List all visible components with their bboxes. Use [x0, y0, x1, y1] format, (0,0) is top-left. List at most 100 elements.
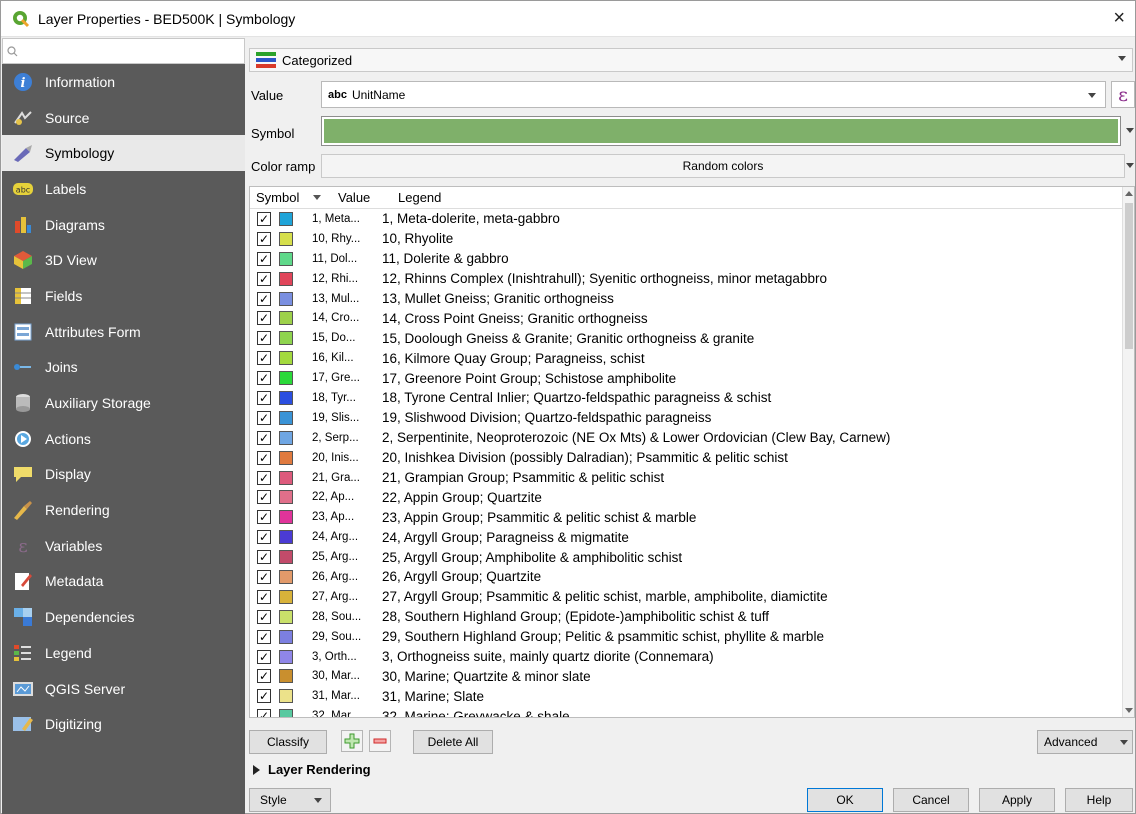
- category-legend[interactable]: 16, Kilmore Quay Group; Paragneiss, schi…: [382, 351, 645, 366]
- category-checkbox[interactable]: ✓: [257, 709, 271, 717]
- table-row[interactable]: ✓ 3, Orth... 3, Orthogneiss suite, mainly …: [250, 647, 1134, 667]
- table-row[interactable]: ✓ 32, Mar... 32, Marine; Greywacke & shale: [250, 706, 1134, 717]
- category-legend[interactable]: 27, Argyll Group; Psammitic & pelitic sc…: [382, 589, 828, 604]
- table-row[interactable]: ✓ 14, Cro... 14, Cross Point Gneiss; Grani…: [250, 308, 1134, 328]
- color-ramp-menu-button[interactable]: [1125, 154, 1135, 178]
- category-legend[interactable]: 32, Marine; Greywacke & shale: [382, 709, 570, 717]
- sidebar-item-diagrams[interactable]: Diagrams: [2, 207, 245, 243]
- sidebar-item-information[interactable]: i Information: [2, 64, 245, 100]
- sidebar-item-rendering[interactable]: Rendering: [2, 492, 245, 528]
- category-legend[interactable]: 18, Tyrone Central Inlier; Quartzo-felds…: [382, 390, 771, 405]
- category-legend[interactable]: 2, Serpentinite, Neoproterozoic (NE Ox M…: [382, 430, 890, 445]
- table-row[interactable]: ✓ 1, Meta... 1, Meta-dolerite, meta-gabbro: [250, 209, 1134, 229]
- table-row[interactable]: ✓ 18, Tyr... 18, Tyrone Central Inlier; Qu…: [250, 388, 1134, 408]
- value-field-combo[interactable]: abc UnitName: [321, 81, 1106, 108]
- category-legend[interactable]: 29, Southern Highland Group; Pelitic & p…: [382, 629, 824, 644]
- symbol-menu-button[interactable]: [1125, 116, 1135, 146]
- table-row[interactable]: ✓ 19, Slis... 19, Slishwood Division; Quar…: [250, 408, 1134, 428]
- category-symbol-swatch[interactable]: [279, 211, 293, 226]
- category-symbol-swatch[interactable]: [279, 709, 293, 717]
- table-row[interactable]: ✓ 31, Mar... 31, Marine; Slate: [250, 686, 1134, 706]
- category-checkbox[interactable]: ✓: [257, 589, 271, 604]
- table-row[interactable]: ✓ 16, Kil... 16, Kilmore Quay Group; Parag…: [250, 348, 1134, 368]
- table-row[interactable]: ✓ 2, Serp... 2, Serpentinite, Neoproterozo…: [250, 428, 1134, 448]
- table-row[interactable]: ✓ 21, Gra... 21, Grampian Group; Psammitic…: [250, 468, 1134, 488]
- table-row[interactable]: ✓ 10, Rhy... 10, Rhyolite: [250, 229, 1134, 249]
- category-checkbox[interactable]: ✓: [257, 669, 271, 684]
- category-symbol-swatch[interactable]: [279, 669, 293, 684]
- sidebar-item-digitizing[interactable]: Digitizing: [2, 706, 245, 742]
- category-legend[interactable]: 26, Argyll Group; Quartzite: [382, 569, 541, 584]
- delete-all-button[interactable]: Delete All: [413, 730, 493, 754]
- category-symbol-swatch[interactable]: [279, 510, 293, 525]
- table-row[interactable]: ✓ 27, Arg... 27, Argyll Group; Psammitic &…: [250, 587, 1134, 607]
- color-ramp-button[interactable]: Random colors: [321, 154, 1125, 178]
- category-legend[interactable]: 15, Doolough Gneiss & Granite; Granitic …: [382, 331, 754, 346]
- category-legend[interactable]: 28, Southern Highland Group; (Epidote-)a…: [382, 609, 769, 624]
- category-legend[interactable]: 11, Dolerite & gabbro: [382, 251, 509, 266]
- category-checkbox[interactable]: ✓: [257, 510, 271, 525]
- category-legend[interactable]: 19, Slishwood Division; Quartzo-feldspat…: [382, 410, 711, 425]
- ok-button[interactable]: OK: [807, 788, 883, 812]
- category-symbol-swatch[interactable]: [279, 629, 293, 644]
- category-symbol-swatch[interactable]: [279, 470, 293, 485]
- sidebar-item-actions[interactable]: Actions: [2, 421, 245, 457]
- category-checkbox[interactable]: ✓: [257, 410, 271, 425]
- sidebar-item-display[interactable]: Display: [2, 457, 245, 493]
- close-icon[interactable]: ×: [1113, 7, 1125, 30]
- category-checkbox[interactable]: ✓: [257, 251, 271, 266]
- category-checkbox[interactable]: ✓: [257, 550, 271, 565]
- category-checkbox[interactable]: ✓: [257, 490, 271, 505]
- category-legend[interactable]: 10, Rhyolite: [382, 231, 453, 246]
- expression-builder-button[interactable]: ε: [1111, 81, 1135, 108]
- category-checkbox[interactable]: ✓: [257, 390, 271, 405]
- category-checkbox[interactable]: ✓: [257, 311, 271, 326]
- category-checkbox[interactable]: ✓: [257, 569, 271, 584]
- table-row[interactable]: ✓ 30, Mar... 30, Marine; Quartzite & minor…: [250, 666, 1134, 686]
- classify-button[interactable]: Classify: [249, 730, 327, 754]
- category-symbol-swatch[interactable]: [279, 430, 293, 445]
- sidebar-item-labels[interactable]: abc Labels: [2, 171, 245, 207]
- category-checkbox[interactable]: ✓: [257, 530, 271, 545]
- category-symbol-swatch[interactable]: [279, 371, 293, 386]
- legend-column-header[interactable]: Legend: [398, 190, 441, 205]
- sidebar-item-legend[interactable]: Legend: [2, 635, 245, 671]
- category-legend[interactable]: 1, Meta-dolerite, meta-gabbro: [382, 211, 560, 226]
- table-row[interactable]: ✓ 20, Inis... 20, Inishkea Division (possi…: [250, 448, 1134, 468]
- sidebar-item-attributes-form[interactable]: Attributes Form: [2, 314, 245, 350]
- scroll-up-icon[interactable]: [1125, 191, 1133, 196]
- layer-rendering-section-toggle[interactable]: Layer Rendering: [253, 762, 371, 777]
- category-checkbox[interactable]: ✓: [257, 430, 271, 445]
- category-checkbox[interactable]: ✓: [257, 629, 271, 644]
- category-symbol-swatch[interactable]: [279, 271, 293, 286]
- category-symbol-swatch[interactable]: [279, 311, 293, 326]
- category-legend[interactable]: 21, Grampian Group; Psammitic & pelitic …: [382, 470, 664, 485]
- category-symbol-swatch[interactable]: [279, 490, 293, 505]
- category-legend[interactable]: 20, Inishkea Division (possibly Dalradia…: [382, 450, 788, 465]
- sidebar-item-joins[interactable]: Joins: [2, 350, 245, 386]
- scroll-down-icon[interactable]: [1125, 708, 1133, 713]
- table-row[interactable]: ✓ 22, Ap... 22, Appin Group; Quartzite: [250, 487, 1134, 507]
- category-checkbox[interactable]: ✓: [257, 291, 271, 306]
- table-row[interactable]: ✓ 29, Sou... 29, Southern Highland Group; …: [250, 627, 1134, 647]
- scrollbar-thumb[interactable]: [1125, 203, 1133, 349]
- category-symbol-swatch[interactable]: [279, 231, 293, 246]
- add-category-button[interactable]: [341, 730, 363, 752]
- category-legend[interactable]: 3, Orthogneiss suite, mainly quartz dior…: [382, 649, 714, 664]
- category-checkbox[interactable]: ✓: [257, 331, 271, 346]
- category-checkbox[interactable]: ✓: [257, 211, 271, 226]
- symbol-column-header[interactable]: Symbol: [250, 190, 328, 205]
- remove-category-button[interactable]: [369, 730, 391, 752]
- category-symbol-swatch[interactable]: [279, 450, 293, 465]
- cancel-button[interactable]: Cancel: [893, 788, 969, 812]
- category-legend[interactable]: 30, Marine; Quartzite & minor slate: [382, 669, 591, 684]
- category-checkbox[interactable]: ✓: [257, 351, 271, 366]
- table-row[interactable]: ✓ 25, Arg... 25, Argyll Group; Amphibolite…: [250, 547, 1134, 567]
- renderer-type-dropdown[interactable]: Categorized: [249, 48, 1133, 72]
- category-legend[interactable]: 14, Cross Point Gneiss; Granitic orthogn…: [382, 311, 648, 326]
- category-symbol-swatch[interactable]: [279, 331, 293, 346]
- category-checkbox[interactable]: ✓: [257, 371, 271, 386]
- help-button[interactable]: Help: [1065, 788, 1133, 812]
- apply-button[interactable]: Apply: [979, 788, 1055, 812]
- sidebar-item-3d-view[interactable]: 3D View: [2, 242, 245, 278]
